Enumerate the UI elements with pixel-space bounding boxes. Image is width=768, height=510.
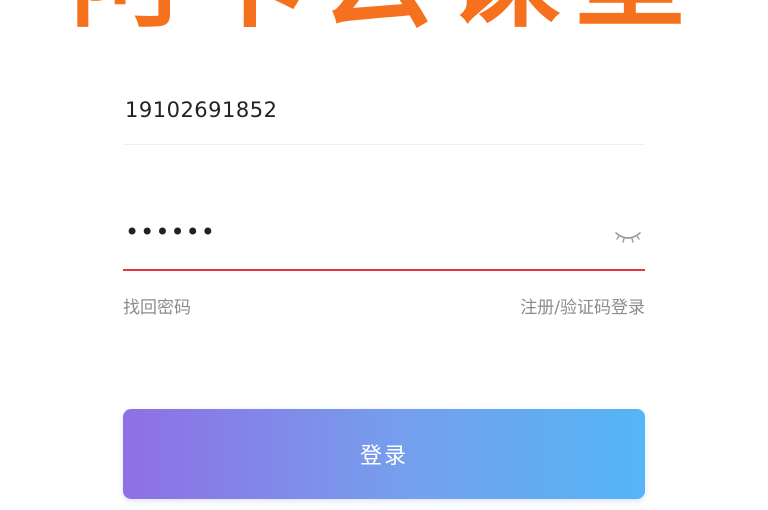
app-logo-text: 阿卡云课堂 (70, 0, 700, 34)
login-button[interactable]: 登录 (123, 409, 645, 499)
password-field[interactable]: •••••• (123, 212, 645, 271)
forgot-password-link[interactable]: 找回密码 (123, 293, 191, 318)
eye-closed-icon[interactable] (613, 226, 643, 246)
phone-field[interactable]: 19102691852 (123, 82, 645, 145)
app-logo: 阿卡云课堂 (0, 0, 768, 48)
register-sms-login-link[interactable]: 注册/验证码登录 (520, 293, 645, 318)
phone-input-value: 19102691852 (125, 98, 278, 122)
password-input-value: •••••• (125, 218, 216, 246)
